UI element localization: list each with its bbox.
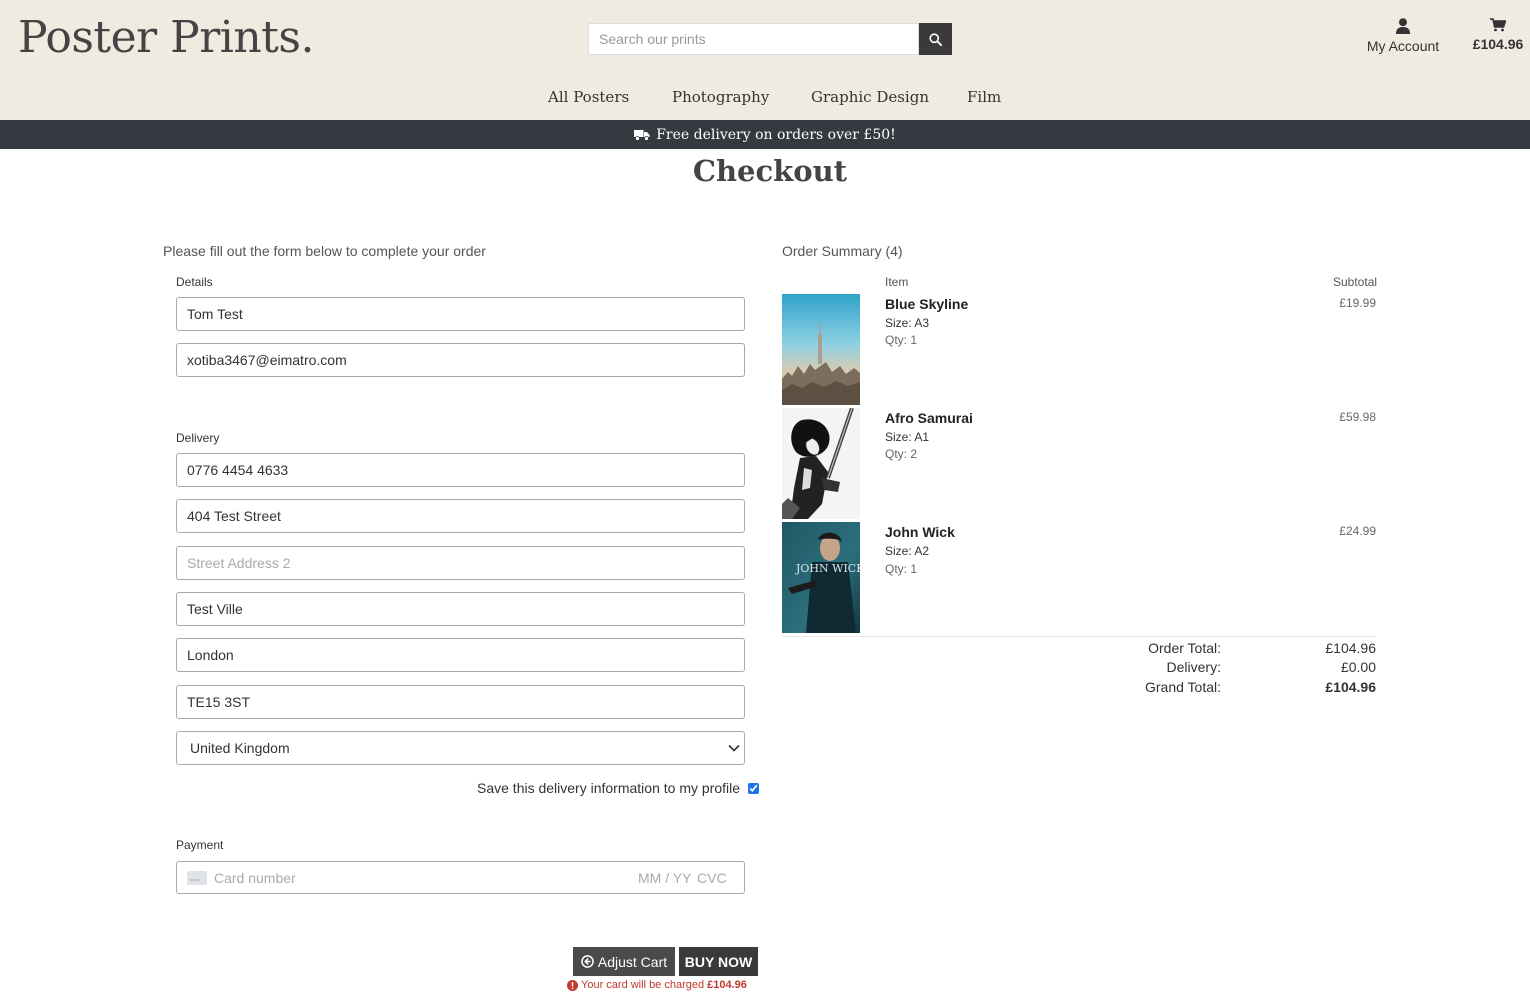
main-nav: All Posters Photography Graphic Design F… [0,88,1530,110]
grand-total-value: £104.96 [1325,679,1376,695]
nav-all-posters[interactable]: All Posters [548,88,629,106]
street-address-2-field[interactable] [176,546,745,580]
afro-samurai-thumbnail[interactable] [782,408,860,519]
banner-text: Free delivery on orders over £50! [656,126,896,143]
full-name-field[interactable] [176,297,745,331]
payment-legend: Payment [176,838,224,852]
nav-graphic-design[interactable]: Graphic Design [811,88,929,106]
summary-col-subtotal: Subtotal [1333,275,1378,289]
item-size: Size: A1 [885,430,930,444]
cart-link[interactable]: £104.96 [1466,18,1530,52]
nav-photography[interactable]: Photography [672,88,769,106]
save-info-label: Save this delivery information to my pro… [477,780,740,796]
blue-skyline-thumbnail[interactable] [782,294,860,405]
email-field[interactable] [176,343,745,377]
delivery-banner: Free delivery on orders over £50! [0,120,1530,149]
street-address-1-field[interactable] [176,499,745,533]
page-title: Checkout [692,154,848,188]
delivery-legend: Delivery [176,431,220,445]
order-total-label: Order Total: [1148,640,1221,656]
order-total-value: £104.96 [1325,640,1376,656]
card-expiry-placeholder: MM / YY [638,870,692,886]
my-account-label: My Account [1366,38,1440,54]
save-info-row[interactable]: Save this delivery information to my pro… [477,780,759,796]
credit-card-icon [187,871,207,885]
john-wick-poster-title: JOHN WICK [795,562,860,575]
charge-note-amount: £104.96 [707,979,747,991]
cart-icon [1490,18,1506,32]
search-button[interactable] [919,23,952,55]
delivery-label: Delivery: [1166,659,1221,675]
town-field[interactable] [176,592,745,626]
user-icon [1396,18,1410,34]
item-qty: Qty: 1 [885,562,918,576]
card-number-placeholder: Card number [214,870,296,886]
card-cvc-placeholder: CVC [697,870,727,886]
item-qty: Qty: 1 [885,333,918,347]
john-wick-thumbnail[interactable]: JOHN WICK [782,522,860,633]
charge-note: Your card will be charged £104.96 [567,979,747,991]
county-field[interactable] [176,638,745,672]
charge-note-text: Your card will be charged [581,979,705,991]
item-size: Size: A2 [885,544,930,558]
country-select[interactable]: United Kingdom [176,731,745,765]
circle-arrow-left-icon [581,955,594,968]
summary-col-item: Item [885,275,909,289]
item-subtotal: £24.99 [1339,524,1376,538]
save-info-checkbox[interactable] [748,782,759,794]
order-summary-title: Order Summary (4) [782,243,903,259]
item-name[interactable]: Blue Skyline [885,296,968,312]
nav-film[interactable]: Film [967,88,1001,106]
item-subtotal: £19.99 [1339,296,1376,310]
form-intro: Please fill out the form below to comple… [163,243,486,259]
card-element[interactable]: Card number MM / YY CVC [176,861,745,894]
truck-icon [634,129,650,141]
search-icon [929,32,942,46]
item-name[interactable]: John Wick [885,524,955,540]
search-input[interactable] [588,23,919,55]
search-form [588,23,952,55]
postcode-field[interactable] [176,685,745,719]
adjust-cart-button[interactable]: Adjust Cart [573,947,675,976]
cart-total: £104.96 [1472,36,1524,52]
phone-field[interactable] [176,453,745,487]
summary-divider [782,636,1376,637]
delivery-value: £0.00 [1340,659,1376,675]
site-header: Poster Prints. My Account £104.96 All Po… [0,0,1530,120]
site-logo[interactable]: Poster Prints. [18,12,314,63]
item-name[interactable]: Afro Samurai [885,410,973,426]
my-account-link[interactable]: My Account [1360,18,1446,54]
item-qty: Qty: 2 [885,447,918,461]
item-subtotal: £59.98 [1339,410,1376,424]
buy-now-button[interactable]: BUY NOW [679,947,758,976]
item-size: Size: A3 [885,316,930,330]
grand-total-label: Grand Total: [1144,679,1221,695]
details-legend: Details [176,275,213,289]
adjust-cart-label: Adjust Cart [597,953,668,970]
exclamation-circle-icon [567,979,578,991]
